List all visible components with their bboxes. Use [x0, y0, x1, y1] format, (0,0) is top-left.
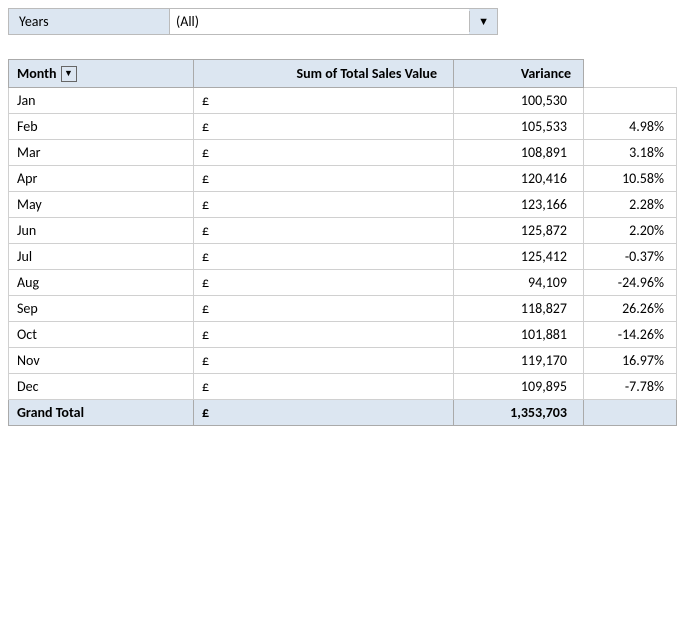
- month-filter-icon[interactable]: ▼: [61, 66, 77, 82]
- cell-month: Nov: [9, 348, 194, 374]
- cell-variance: 4.98%: [584, 114, 677, 140]
- cell-month: Dec: [9, 374, 194, 400]
- table-row: May £ 123,166 2.28%: [9, 192, 677, 218]
- filter-label: Years: [9, 9, 169, 34]
- pivot-table-container: Years (All) ▼ Month ▼ Sum of Total Sales…: [0, 0, 685, 434]
- cell-month: Oct: [9, 322, 194, 348]
- cell-variance: 26.26%: [584, 296, 677, 322]
- years-filter[interactable]: Years (All) ▼: [8, 8, 498, 35]
- grand-total-currency: £: [194, 400, 454, 426]
- table-row: Mar £ 108,891 3.18%: [9, 140, 677, 166]
- grand-total-variance: [584, 400, 677, 426]
- cell-variance: -14.26%: [584, 322, 677, 348]
- cell-currency: £: [194, 270, 454, 296]
- cell-currency: £: [194, 114, 454, 140]
- cell-sales-value: 108,891: [454, 140, 584, 166]
- pivot-data-table: Month ▼ Sum of Total Sales Value Varianc…: [8, 59, 677, 426]
- cell-currency: £: [194, 88, 454, 114]
- cell-month: Jan: [9, 88, 194, 114]
- cell-month: Jun: [9, 218, 194, 244]
- cell-sales-value: 125,872: [454, 218, 584, 244]
- cell-month: May: [9, 192, 194, 218]
- cell-currency: £: [194, 322, 454, 348]
- cell-currency: £: [194, 140, 454, 166]
- cell-month: Sep: [9, 296, 194, 322]
- cell-month: Aug: [9, 270, 194, 296]
- cell-sales-value: 100,530: [454, 88, 584, 114]
- table-row: Nov £ 119,170 16.97%: [9, 348, 677, 374]
- table-row: Feb £ 105,533 4.98%: [9, 114, 677, 140]
- table-row: Sep £ 118,827 26.26%: [9, 296, 677, 322]
- filter-value: (All): [169, 9, 469, 34]
- table-body: Jan £ 100,530 Feb £ 105,533 4.98% Mar £ …: [9, 88, 677, 426]
- filter-dropdown-button[interactable]: ▼: [469, 11, 497, 32]
- spacer: [8, 41, 677, 59]
- grand-total-row: Grand Total £ 1,353,703: [9, 400, 677, 426]
- grand-total-label: Grand Total: [9, 400, 194, 426]
- cell-sales-value: 123,166: [454, 192, 584, 218]
- cell-currency: £: [194, 348, 454, 374]
- cell-month: Mar: [9, 140, 194, 166]
- cell-variance: [584, 88, 677, 114]
- cell-variance: -0.37%: [584, 244, 677, 270]
- cell-sales-value: 105,533: [454, 114, 584, 140]
- table-row: Aug £ 94,109 -24.96%: [9, 270, 677, 296]
- cell-sales-value: 120,416: [454, 166, 584, 192]
- cell-variance: 2.20%: [584, 218, 677, 244]
- cell-sales-value: 118,827: [454, 296, 584, 322]
- table-row: Oct £ 101,881 -14.26%: [9, 322, 677, 348]
- header-month-label: Month: [17, 65, 57, 82]
- cell-variance: -7.78%: [584, 374, 677, 400]
- cell-currency: £: [194, 244, 454, 270]
- cell-variance: 3.18%: [584, 140, 677, 166]
- cell-sales-value: 101,881: [454, 322, 584, 348]
- grand-total-value: 1,353,703: [454, 400, 584, 426]
- header-variance: Variance: [454, 60, 584, 88]
- cell-sales-value: 125,412: [454, 244, 584, 270]
- cell-currency: £: [194, 166, 454, 192]
- cell-currency: £: [194, 374, 454, 400]
- table-row: Dec £ 109,895 -7.78%: [9, 374, 677, 400]
- cell-variance: 16.97%: [584, 348, 677, 374]
- header-sales: Sum of Total Sales Value: [194, 60, 454, 88]
- table-header-row: Month ▼ Sum of Total Sales Value Varianc…: [9, 60, 677, 88]
- table-row: Jun £ 125,872 2.20%: [9, 218, 677, 244]
- table-row: Jan £ 100,530: [9, 88, 677, 114]
- header-month: Month ▼: [9, 60, 194, 88]
- cell-month: Feb: [9, 114, 194, 140]
- cell-currency: £: [194, 296, 454, 322]
- cell-sales-value: 94,109: [454, 270, 584, 296]
- cell-currency: £: [194, 218, 454, 244]
- cell-month: Apr: [9, 166, 194, 192]
- cell-variance: 10.58%: [584, 166, 677, 192]
- cell-sales-value: 109,895: [454, 374, 584, 400]
- cell-variance: 2.28%: [584, 192, 677, 218]
- table-row: Apr £ 120,416 10.58%: [9, 166, 677, 192]
- cell-month: Jul: [9, 244, 194, 270]
- cell-sales-value: 119,170: [454, 348, 584, 374]
- table-row: Jul £ 125,412 -0.37%: [9, 244, 677, 270]
- cell-variance: -24.96%: [584, 270, 677, 296]
- cell-currency: £: [194, 192, 454, 218]
